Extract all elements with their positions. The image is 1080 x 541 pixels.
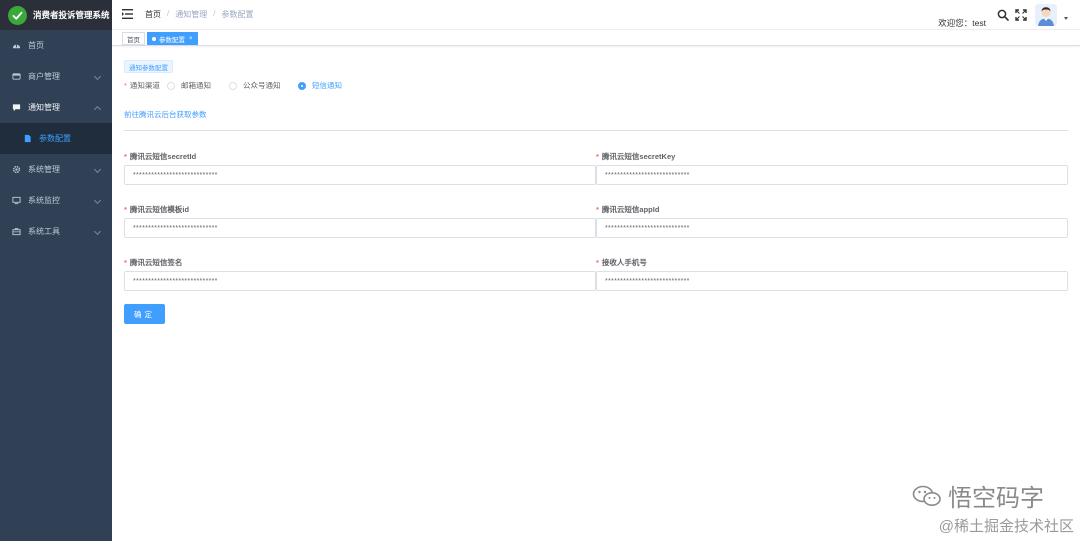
breadcrumb-item-notification: 通知管理 <box>175 10 208 19</box>
radio-circle[interactable] <box>229 81 237 90</box>
watermark-title: 悟空码字 <box>912 478 1044 513</box>
channel-label: * 通知渠道 <box>124 80 160 91</box>
divider <box>124 130 1068 131</box>
radio-email[interactable]: 邮箱通知 <box>167 80 211 91</box>
gear-icon <box>11 164 22 175</box>
dashboard-icon <box>11 40 22 51</box>
caret-down-icon[interactable] <box>1064 17 1068 20</box>
sidebar-item-label: 参数配置 <box>39 134 71 143</box>
breadcrumb-item-current: 参数配置 <box>221 10 254 19</box>
sidebar-item-system-monitor[interactable]: 系统监控 <box>0 185 112 216</box>
template-id-input[interactable]: **************************** <box>124 218 596 238</box>
submit-button[interactable]: 确定 <box>124 304 165 324</box>
sidebar-item-label: 系统工具 <box>28 227 60 236</box>
required-mark: * <box>124 81 127 90</box>
receiver-phone-input[interactable]: **************************** <box>596 271 1068 291</box>
active-dot-icon <box>152 36 156 41</box>
watermark-line1: 悟空码字 <box>948 485 1044 512</box>
radio-label: 邮箱通知 <box>181 81 211 90</box>
receiver-phone-label-text: 接收人手机号 <box>601 258 647 267</box>
logo-check-icon <box>8 5 27 25</box>
tencent-cloud-link[interactable]: 前往腾讯云后台获取参数 <box>124 109 207 120</box>
appid-label: * 腾讯云短信appId <box>596 204 659 215</box>
template-id-label-text: 腾讯云短信模板id <box>129 205 190 214</box>
sidebar-item-home[interactable]: 首页 <box>0 30 112 61</box>
channel-label-text: 通知渠道 <box>129 81 160 90</box>
sign-input[interactable]: **************************** <box>124 271 596 291</box>
hamburger-icon[interactable] <box>122 9 133 19</box>
radio-circle[interactable] <box>167 81 175 90</box>
section-chip: 通知参数配置 <box>124 60 173 73</box>
secretkey-label: * 腾讯云短信secretKey <box>596 151 675 162</box>
app-logo[interactable]: 消费者投诉管理系统 <box>0 0 112 30</box>
sidebar-item-label: 首页 <box>28 41 44 50</box>
search-icon[interactable] <box>997 9 1009 21</box>
sidebar-item-label: 系统管理 <box>28 165 60 174</box>
wechat-icon <box>912 485 941 506</box>
watermark-line2: @稀土掘金技术社区 <box>938 518 1074 535</box>
sidebar-item-system-tools[interactable]: 系统工具 <box>0 216 112 247</box>
main-content: 通知参数配置 * 通知渠道 邮箱通知 公众号通知 短信通知 前往腾讯云后台获取参数… <box>112 47 1080 541</box>
sign-label-text: 腾讯云短信签名 <box>129 258 183 267</box>
breadcrumb-separator: / <box>167 9 170 18</box>
appid-label-text: 腾讯云短信appId <box>601 205 660 214</box>
chevron-down-icon <box>93 196 102 204</box>
avatar[interactable] <box>1035 4 1057 26</box>
secretid-label-text: 腾讯云短信secretId <box>129 152 197 161</box>
submenu-notification: 参数配置 <box>0 123 112 154</box>
sidebar-item-param-config[interactable]: 参数配置 <box>0 123 112 154</box>
sidebar-item-merchant[interactable]: 商户管理 <box>0 61 112 92</box>
radio-label: 公众号通知 <box>243 81 281 90</box>
monitor-icon <box>11 195 22 206</box>
template-id-label: * 腾讯云短信模板id <box>124 204 189 215</box>
tag-label: 参数配置 <box>159 36 185 44</box>
message-icon <box>11 102 22 113</box>
required-mark: * <box>596 258 599 267</box>
chevron-up-icon <box>93 105 102 113</box>
sidebar-item-label: 商户管理 <box>28 72 60 81</box>
required-mark: * <box>596 152 599 161</box>
required-mark: * <box>596 205 599 214</box>
required-mark: * <box>124 205 127 214</box>
sidebar-menu: 首页 商户管理 通知管理 参数配置 系统管理 系统监控 系统工具 <box>0 30 112 247</box>
sign-label: * 腾讯云短信签名 <box>124 257 182 268</box>
radio-sms[interactable]: 短信通知 <box>298 80 342 91</box>
appid-input[interactable]: **************************** <box>596 218 1068 238</box>
sidebar: 消费者投诉管理系统 首页 商户管理 通知管理 参数配置 系统管理 系统监控 系统… <box>0 0 112 541</box>
sidebar-item-label: 系统监控 <box>28 196 60 205</box>
radio-circle[interactable] <box>298 81 306 90</box>
sidebar-item-notification[interactable]: 通知管理 <box>0 92 112 123</box>
toolbox-icon <box>11 226 22 237</box>
chevron-down-icon <box>93 165 102 173</box>
required-mark: * <box>124 258 127 267</box>
secretkey-input[interactable]: **************************** <box>596 165 1068 185</box>
fullscreen-icon[interactable] <box>1015 9 1027 21</box>
radio-label: 短信通知 <box>312 81 342 90</box>
top-navbar: 首页 / 通知管理 / 参数配置 欢迎您：test <box>112 0 1080 30</box>
breadcrumb-separator: / <box>213 9 216 18</box>
receiver-phone-label: * 接收人手机号 <box>596 257 647 268</box>
shop-icon <box>11 71 22 82</box>
breadcrumb: 首页 / 通知管理 / 参数配置 <box>145 9 253 20</box>
app-title: 消费者投诉管理系统 <box>33 10 110 20</box>
tags-view: 首页 参数配置 × <box>112 30 1080 46</box>
document-icon <box>22 133 33 144</box>
welcome-text: 欢迎您：test <box>938 18 986 28</box>
sidebar-item-label: 通知管理 <box>28 103 60 112</box>
radio-wechat[interactable]: 公众号通知 <box>229 80 281 91</box>
secretid-input[interactable]: **************************** <box>124 165 596 185</box>
secretkey-label-text: 腾讯云短信secretKey <box>601 152 676 161</box>
sidebar-item-system-manage[interactable]: 系统管理 <box>0 154 112 185</box>
tag-label: 首页 <box>127 36 140 44</box>
chevron-down-icon <box>93 72 102 80</box>
secretid-label: * 腾讯云短信secretId <box>124 151 196 162</box>
close-icon[interactable]: × <box>189 36 193 42</box>
tag-home[interactable]: 首页 <box>122 32 145 45</box>
tag-param-config[interactable]: 参数配置 × <box>147 32 198 45</box>
chevron-down-icon <box>93 227 102 235</box>
breadcrumb-item-home[interactable]: 首页 <box>145 9 161 20</box>
required-mark: * <box>124 152 127 161</box>
